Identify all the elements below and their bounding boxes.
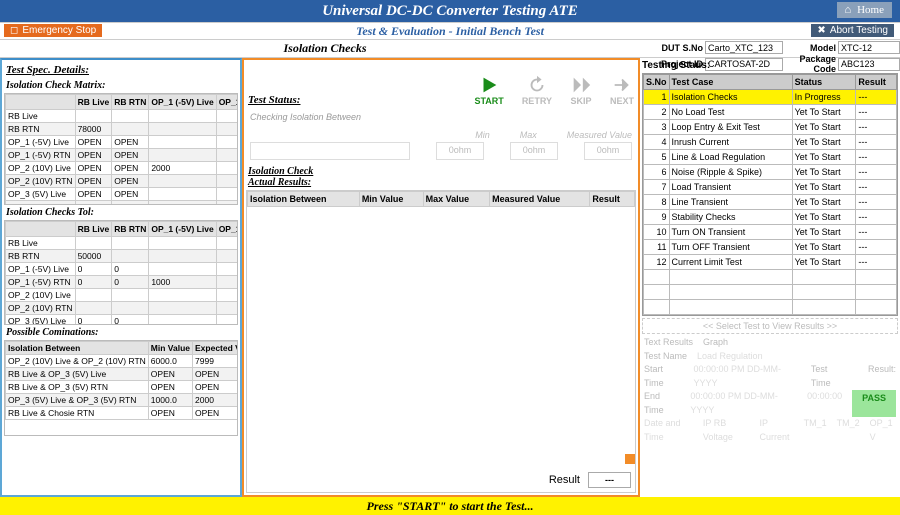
test-case-row[interactable]: 6Noise (Ripple & Spike)Yet To Start--- bbox=[644, 165, 897, 180]
abort-label: Abort Testing bbox=[830, 25, 888, 36]
home-icon: ⌂ bbox=[845, 4, 852, 16]
actual-results-grid[interactable]: Isolation BetweenMin ValueMax ValueMeasu… bbox=[246, 190, 636, 493]
table-row[interactable]: OP_3 (5V) LiveOPENOPEN bbox=[6, 188, 239, 201]
test-case-row[interactable]: 7Load TransientYet To Start--- bbox=[644, 180, 897, 195]
table-row[interactable]: OP_3 (5V) Live00 bbox=[6, 315, 239, 326]
table-row[interactable]: OP_1 (-5V) RTNOPENOPEN bbox=[6, 149, 239, 162]
measured-label: Measured Value bbox=[567, 130, 632, 140]
table-row[interactable]: OP_2 (10V) Live & OP_2 (10V) RTN6000.079… bbox=[6, 355, 239, 368]
measured-value-box: 0ohm bbox=[584, 142, 632, 160]
app-header: Universal DC-DC Converter Testing ATE ⌂ … bbox=[0, 0, 900, 22]
isolation-between-box bbox=[250, 142, 410, 160]
model-label: Model bbox=[783, 43, 838, 53]
retry-button[interactable]: RETRY bbox=[522, 74, 552, 106]
home-button[interactable]: ⌂ Home bbox=[837, 2, 893, 18]
emergency-label: Emergency Stop bbox=[22, 25, 96, 36]
test-case-row[interactable]: 1Isolation ChecksIn Progress--- bbox=[644, 90, 897, 105]
next-button[interactable]: NEXT bbox=[610, 74, 634, 106]
table-row[interactable]: OP_2 (10V) RTN bbox=[6, 302, 239, 315]
select-test-hint: << Select Test to View Results >> bbox=[642, 318, 898, 334]
context-row: Isolation Checks DUT S.No Model Project … bbox=[0, 40, 900, 58]
start-button[interactable]: START bbox=[474, 74, 503, 106]
table-row[interactable]: OP_1 (-5V) RTN001000 bbox=[6, 276, 239, 289]
test-case-row[interactable]: 10Turn ON TransientYet To Start--- bbox=[644, 225, 897, 240]
tolerance-grid[interactable]: RB LiveRB RTNOP_1 (-5V) LiveOP_1 (-5V) R… bbox=[4, 220, 238, 325]
play-icon bbox=[478, 74, 500, 96]
dut-sno-field[interactable] bbox=[705, 41, 783, 54]
combinations-grid[interactable]: Isolation BetweenMin ValueExpected Value… bbox=[4, 340, 238, 436]
test-case-row[interactable]: 5Line & Load RegulationYet To Start--- bbox=[644, 150, 897, 165]
abort-testing-button[interactable]: ✖ Abort Testing bbox=[811, 24, 894, 37]
close-icon: ✖ bbox=[817, 25, 825, 36]
dut-meta: DUT S.No Model Project ID Package Code bbox=[650, 40, 900, 57]
matrix-grid[interactable]: RB LiveRB RTNOP_1 (-5V) LiveOP_1 (-5V) R… bbox=[4, 93, 238, 205]
matrix-title: Isolation Check Matrix: bbox=[2, 78, 240, 93]
stop-icon: ◻ bbox=[10, 25, 18, 36]
skip-button[interactable]: SKIP bbox=[570, 74, 592, 106]
result-label: Result bbox=[549, 474, 580, 486]
test-case-row[interactable]: 12Current Limit TestYet To Start--- bbox=[644, 255, 897, 270]
max-value-box: 0ohm bbox=[510, 142, 558, 160]
test-case-row[interactable]: 8Line TransientYet To Start--- bbox=[644, 195, 897, 210]
max-label: Max bbox=[520, 130, 537, 140]
test-case-row[interactable]: 11Turn OFF TransientYet To Start--- bbox=[644, 240, 897, 255]
table-row[interactable]: RB Live & Chosie RTNOPENOPENOPEN bbox=[6, 407, 239, 420]
next-icon bbox=[611, 74, 633, 96]
test-case-table[interactable]: S.NoTest CaseStatusResult1Isolation Chec… bbox=[642, 73, 898, 316]
table-row[interactable]: RB Live & OP_3 (5V) RTNOPENOPENOPEN bbox=[6, 381, 239, 394]
results-placeholder: Text ResultsGraph Test NameLoad Regulati… bbox=[642, 334, 898, 446]
test-status-panel: Test Status: START RETRY SKIP NEXT bbox=[242, 58, 640, 497]
test-case-row[interactable]: 3Loop Entry & Exit TestYet To Start--- bbox=[644, 120, 897, 135]
table-row[interactable]: OP_2 (10V) LiveOPENOPEN2000 bbox=[6, 162, 239, 175]
test-case-row[interactable]: 9Stability ChecksYet To Start--- bbox=[644, 210, 897, 225]
table-row[interactable]: RB RTN78000 bbox=[6, 123, 239, 136]
table-row[interactable]: RB RTN50000 bbox=[6, 250, 239, 263]
table-row[interactable]: OP_2 (10V) Live bbox=[6, 289, 239, 302]
checking-isolation-label: Checking Isolation Between bbox=[244, 108, 638, 126]
skip-icon bbox=[570, 74, 592, 96]
table-row[interactable]: OP_3 (5V) Live & OP_3 (5V) RTN1000.02000… bbox=[6, 394, 239, 407]
result-value: --- bbox=[588, 472, 631, 488]
subheader: ◻ Emergency Stop Test & Evaluation - Ini… bbox=[0, 22, 900, 40]
testing-status-label: Testing Staus: bbox=[642, 58, 898, 73]
app-title: Universal DC-DC Converter Testing ATE bbox=[322, 3, 578, 20]
combinations-title: Possible Cominations: bbox=[2, 325, 240, 340]
table-row[interactable]: OP_1 (-5V) LiveOPENOPEN bbox=[6, 136, 239, 149]
table-row[interactable]: RB Live bbox=[6, 110, 239, 123]
spec-header: Test Spec. Details: bbox=[2, 62, 240, 78]
min-value-box: 0ohm bbox=[436, 142, 484, 160]
test-status-header: Test Status: bbox=[248, 94, 300, 106]
test-list-panel: Testing Staus: S.NoTest CaseStatusResult… bbox=[640, 58, 900, 497]
table-row[interactable]: RB Live & OP_3 (5V) LiveOPENOPENOPEN bbox=[6, 368, 239, 381]
dut-sno-label: DUT S.No bbox=[650, 43, 705, 53]
emergency-stop-button[interactable]: ◻ Emergency Stop bbox=[4, 24, 102, 37]
test-case-row[interactable]: 4Inrush CurrentYet To Start--- bbox=[644, 135, 897, 150]
footer-hint: Press "START" to start the Test... bbox=[0, 497, 900, 515]
page-title: Test & Evaluation - Initial Bench Test bbox=[356, 24, 544, 39]
model-field[interactable] bbox=[838, 41, 900, 54]
actual-results-label: Actual Results: bbox=[244, 177, 638, 188]
table-row[interactable]: OP_1 (-5V) Live00 bbox=[6, 263, 239, 276]
section-title: Isolation Checks bbox=[0, 40, 650, 57]
tolerance-title: Isolation Checks Tol: bbox=[2, 205, 240, 220]
home-label: Home bbox=[857, 4, 884, 16]
table-row[interactable]: OP_2 (10V) RTNOPENOPEN bbox=[6, 175, 239, 188]
table-row[interactable]: RB Live bbox=[6, 237, 239, 250]
retry-icon bbox=[526, 74, 548, 96]
isolation-check-label: Isolation Check bbox=[244, 160, 638, 177]
min-label: Min bbox=[475, 130, 490, 140]
scroll-marker bbox=[625, 454, 635, 464]
spec-panel: Test Spec. Details: Isolation Check Matr… bbox=[0, 58, 242, 497]
test-case-row[interactable]: 2No Load TestYet To Start--- bbox=[644, 105, 897, 120]
